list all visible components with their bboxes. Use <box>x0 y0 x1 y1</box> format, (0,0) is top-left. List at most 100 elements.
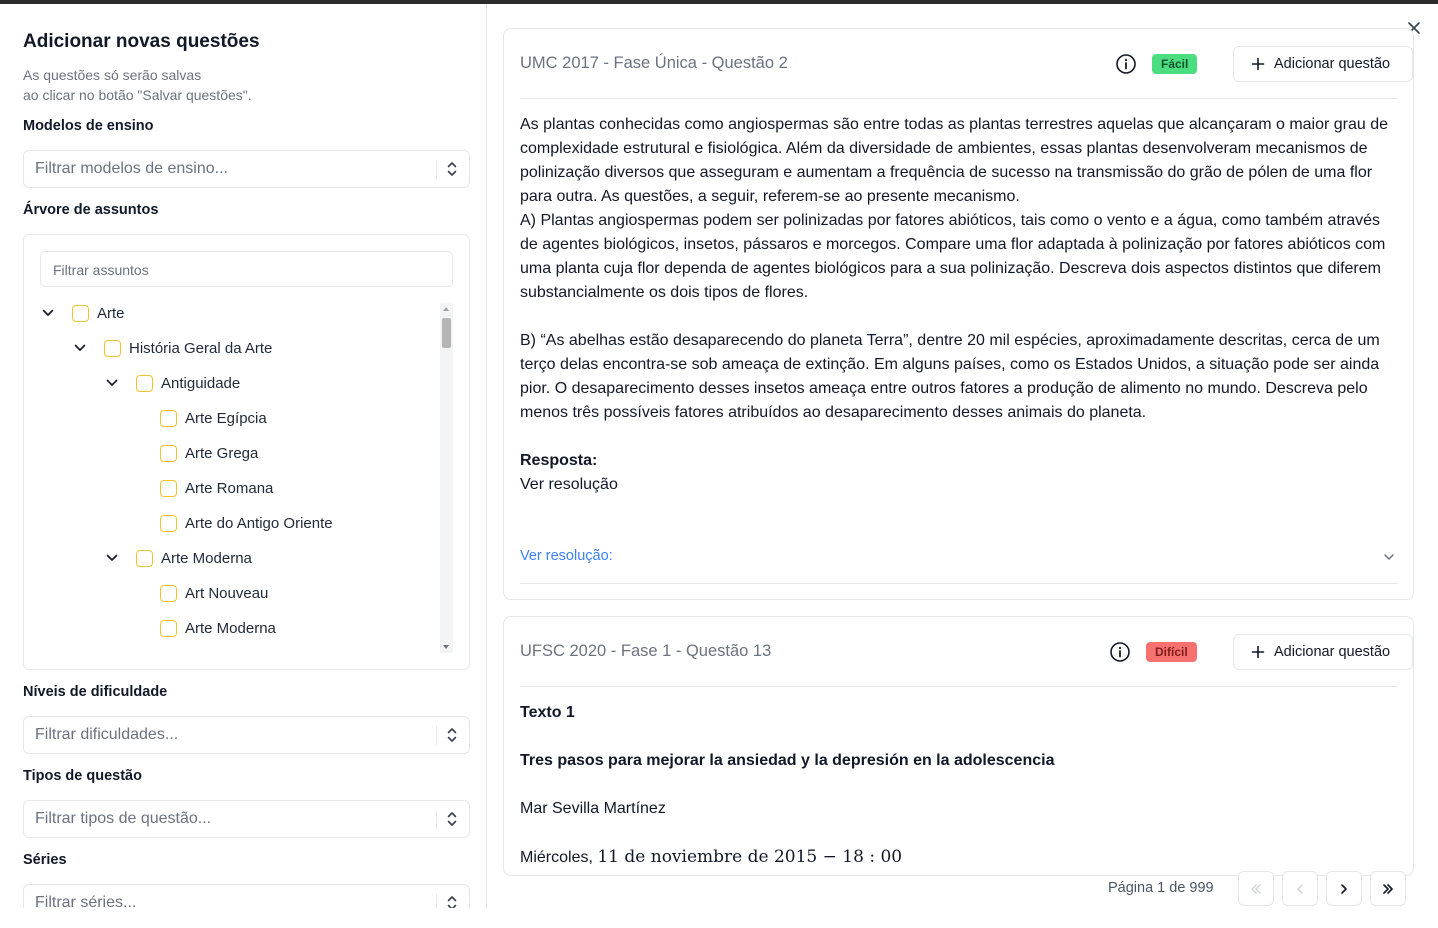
question-title: UFSC 2020 - Fase 1 - Questão 13 <box>520 642 772 660</box>
question-title: UMC 2017 - Fase Única - Questão 2 <box>520 54 788 72</box>
tree-checkbox[interactable] <box>160 584 177 602</box>
modal-description: As questões só serão salvas ao clicar no… <box>23 65 470 105</box>
select-separator <box>436 894 437 908</box>
grades-select[interactable]: Filtrar séries... <box>23 884 470 908</box>
chevron-down-icon[interactable] <box>104 550 120 566</box>
chevrons-up-down-icon <box>447 896 457 908</box>
difficulty-badge: Fácil <box>1152 54 1198 74</box>
article-title: Tres pasos para mejorar la ansiedad y la… <box>520 752 1055 769</box>
statement-paragraph: B) “As abelhas estão desaparecendo do pl… <box>520 332 1380 421</box>
subject-search-placeholder: Filtrar assuntos <box>53 262 149 278</box>
first-page-button[interactable] <box>1238 871 1274 906</box>
tree-checkbox[interactable] <box>160 479 177 497</box>
tree-item-label: Antiguidade <box>161 374 241 392</box>
scroll-up-arrow[interactable] <box>443 307 449 311</box>
chevron-down-icon[interactable] <box>1382 550 1396 564</box>
tree-item[interactable]: Arte Moderna <box>160 616 276 640</box>
plus-icon <box>1251 645 1265 659</box>
pagination-text: Página 1 de 999 <box>1108 880 1214 896</box>
tree-checkbox[interactable] <box>160 444 177 462</box>
subject-tree: Filtrar assuntos Arte História Geral da … <box>23 234 470 670</box>
chevron-down-icon[interactable] <box>72 340 88 356</box>
tree-item[interactable]: Arte Moderna <box>104 546 252 570</box>
chevrons-up-down-icon <box>447 728 457 742</box>
tree-checkbox[interactable] <box>104 339 121 357</box>
tree-checkbox[interactable] <box>136 549 153 567</box>
question-types-label: Tipos de questão <box>23 768 142 784</box>
answer-text: Ver resolução <box>520 476 618 493</box>
statement-paragraph: A) Plantas angiospermas podem ser polini… <box>520 212 1386 301</box>
difficulty-select[interactable]: Filtrar dificuldades... <box>23 716 470 754</box>
tree-item-label: Arte Moderna <box>185 619 276 637</box>
tree-item-label: Art Nouveau <box>185 584 269 602</box>
info-icon[interactable] <box>1115 53 1137 75</box>
tree-checkbox[interactable] <box>160 409 177 427</box>
tree-item-label: História Geral da Arte <box>129 339 273 357</box>
previous-page-button[interactable] <box>1282 871 1318 906</box>
subject-tree-label: Árvore de assuntos <box>23 202 159 218</box>
scroll-down-arrow[interactable] <box>443 645 449 649</box>
tree-item-label: Arte Moderna <box>161 549 252 567</box>
modal-description-line: As questões só serão salvas <box>23 67 202 83</box>
resolution-toggle[interactable]: Ver resolução: <box>520 548 613 564</box>
add-question-button[interactable]: Adicionar questão <box>1233 46 1413 82</box>
scrollbar-thumb[interactable] <box>442 318 451 348</box>
difficulty-label: Níveis de dificuldade <box>23 684 168 700</box>
plus-icon <box>1251 57 1265 71</box>
teaching-models-select[interactable]: Filtrar modelos de ensino... <box>23 150 470 188</box>
tree-item[interactable]: Arte <box>40 301 125 325</box>
question-statement: As plantas conhecidas como angiospermas … <box>520 113 1398 497</box>
select-separator <box>436 726 437 745</box>
add-question-button[interactable]: Adicionar questão <box>1233 634 1413 670</box>
tree-checkbox[interactable] <box>160 514 177 532</box>
chevron-left-icon <box>1297 883 1303 894</box>
tree-scrollbar[interactable] <box>440 303 453 653</box>
tree-item-label: Arte <box>97 304 125 322</box>
chevrons-left-icon <box>1251 883 1261 894</box>
tree-item[interactable]: Arte Romana <box>160 476 273 500</box>
next-page-button[interactable] <box>1326 871 1362 906</box>
question-card: UFSC 2020 - Fase 1 - Questão 13 Difícil … <box>503 616 1414 876</box>
question-card-header: UMC 2017 - Fase Única - Questão 2 Fácil … <box>520 29 1413 99</box>
modal-description-line: ao clicar no botão "Salvar questões". <box>23 87 252 103</box>
tree-checkbox[interactable] <box>160 619 177 637</box>
article-date: Miércoles, 11 de noviembre de 2015 − 18 … <box>520 845 1398 870</box>
subject-tree-list: Arte História Geral da Arte Antiguidade … <box>24 301 436 651</box>
filter-panel: Adicionar novas questões As questões só … <box>0 4 487 908</box>
chevron-down-icon[interactable] <box>104 375 120 391</box>
tree-item[interactable]: Antiguidade <box>104 371 240 395</box>
difficulty-badge: Difícil <box>1146 642 1197 662</box>
text-heading: Texto 1 <box>520 704 575 721</box>
article-author: Mar Sevilla Martínez <box>520 800 666 817</box>
statement-paragraph: As plantas conhecidas como angiospermas … <box>520 116 1389 205</box>
tree-item-label: Arte Romana <box>185 479 274 497</box>
tree-item-label: Arte do Antigo Oriente <box>185 514 333 532</box>
tree-checkbox[interactable] <box>72 304 89 322</box>
resolution-accordion[interactable]: Ver resolução: <box>520 544 1398 584</box>
grades-placeholder: Filtrar séries... <box>35 894 137 908</box>
tree-item-label: Arte Egípcia <box>185 409 267 427</box>
last-page-button[interactable] <box>1370 871 1406 906</box>
grades-label: Séries <box>23 852 67 868</box>
subject-search-input[interactable]: Filtrar assuntos <box>40 251 453 287</box>
tree-item[interactable]: Arte Grega <box>160 441 258 465</box>
teaching-models-placeholder: Filtrar modelos de ensino... <box>35 160 228 177</box>
tree-item-label: Arte Grega <box>185 444 259 462</box>
tree-item[interactable]: História Geral da Arte <box>72 336 272 360</box>
select-separator <box>436 160 437 179</box>
question-statement: Texto 1 Tres pasos para mejorar la ansie… <box>520 701 1398 870</box>
chevrons-up-down-icon <box>447 812 457 826</box>
question-card: UMC 2017 - Fase Única - Questão 2 Fácil … <box>503 28 1414 600</box>
tree-checkbox[interactable] <box>136 374 153 392</box>
tree-item[interactable]: Art Nouveau <box>160 581 268 605</box>
article-date-prefix: Miércoles, <box>520 849 598 866</box>
chevrons-right-icon <box>1383 883 1393 894</box>
tree-item[interactable]: Arte Egípcia <box>160 406 267 430</box>
question-types-select[interactable]: Filtrar tipos de questão... <box>23 800 470 838</box>
tree-item[interactable]: Arte do Antigo Oriente <box>160 511 333 535</box>
info-icon[interactable] <box>1109 641 1131 663</box>
chevron-down-icon[interactable] <box>40 305 56 321</box>
chevron-right-icon <box>1341 883 1347 894</box>
question-card-header: UFSC 2020 - Fase 1 - Questão 13 Difícil … <box>520 617 1413 687</box>
select-separator <box>436 810 437 829</box>
